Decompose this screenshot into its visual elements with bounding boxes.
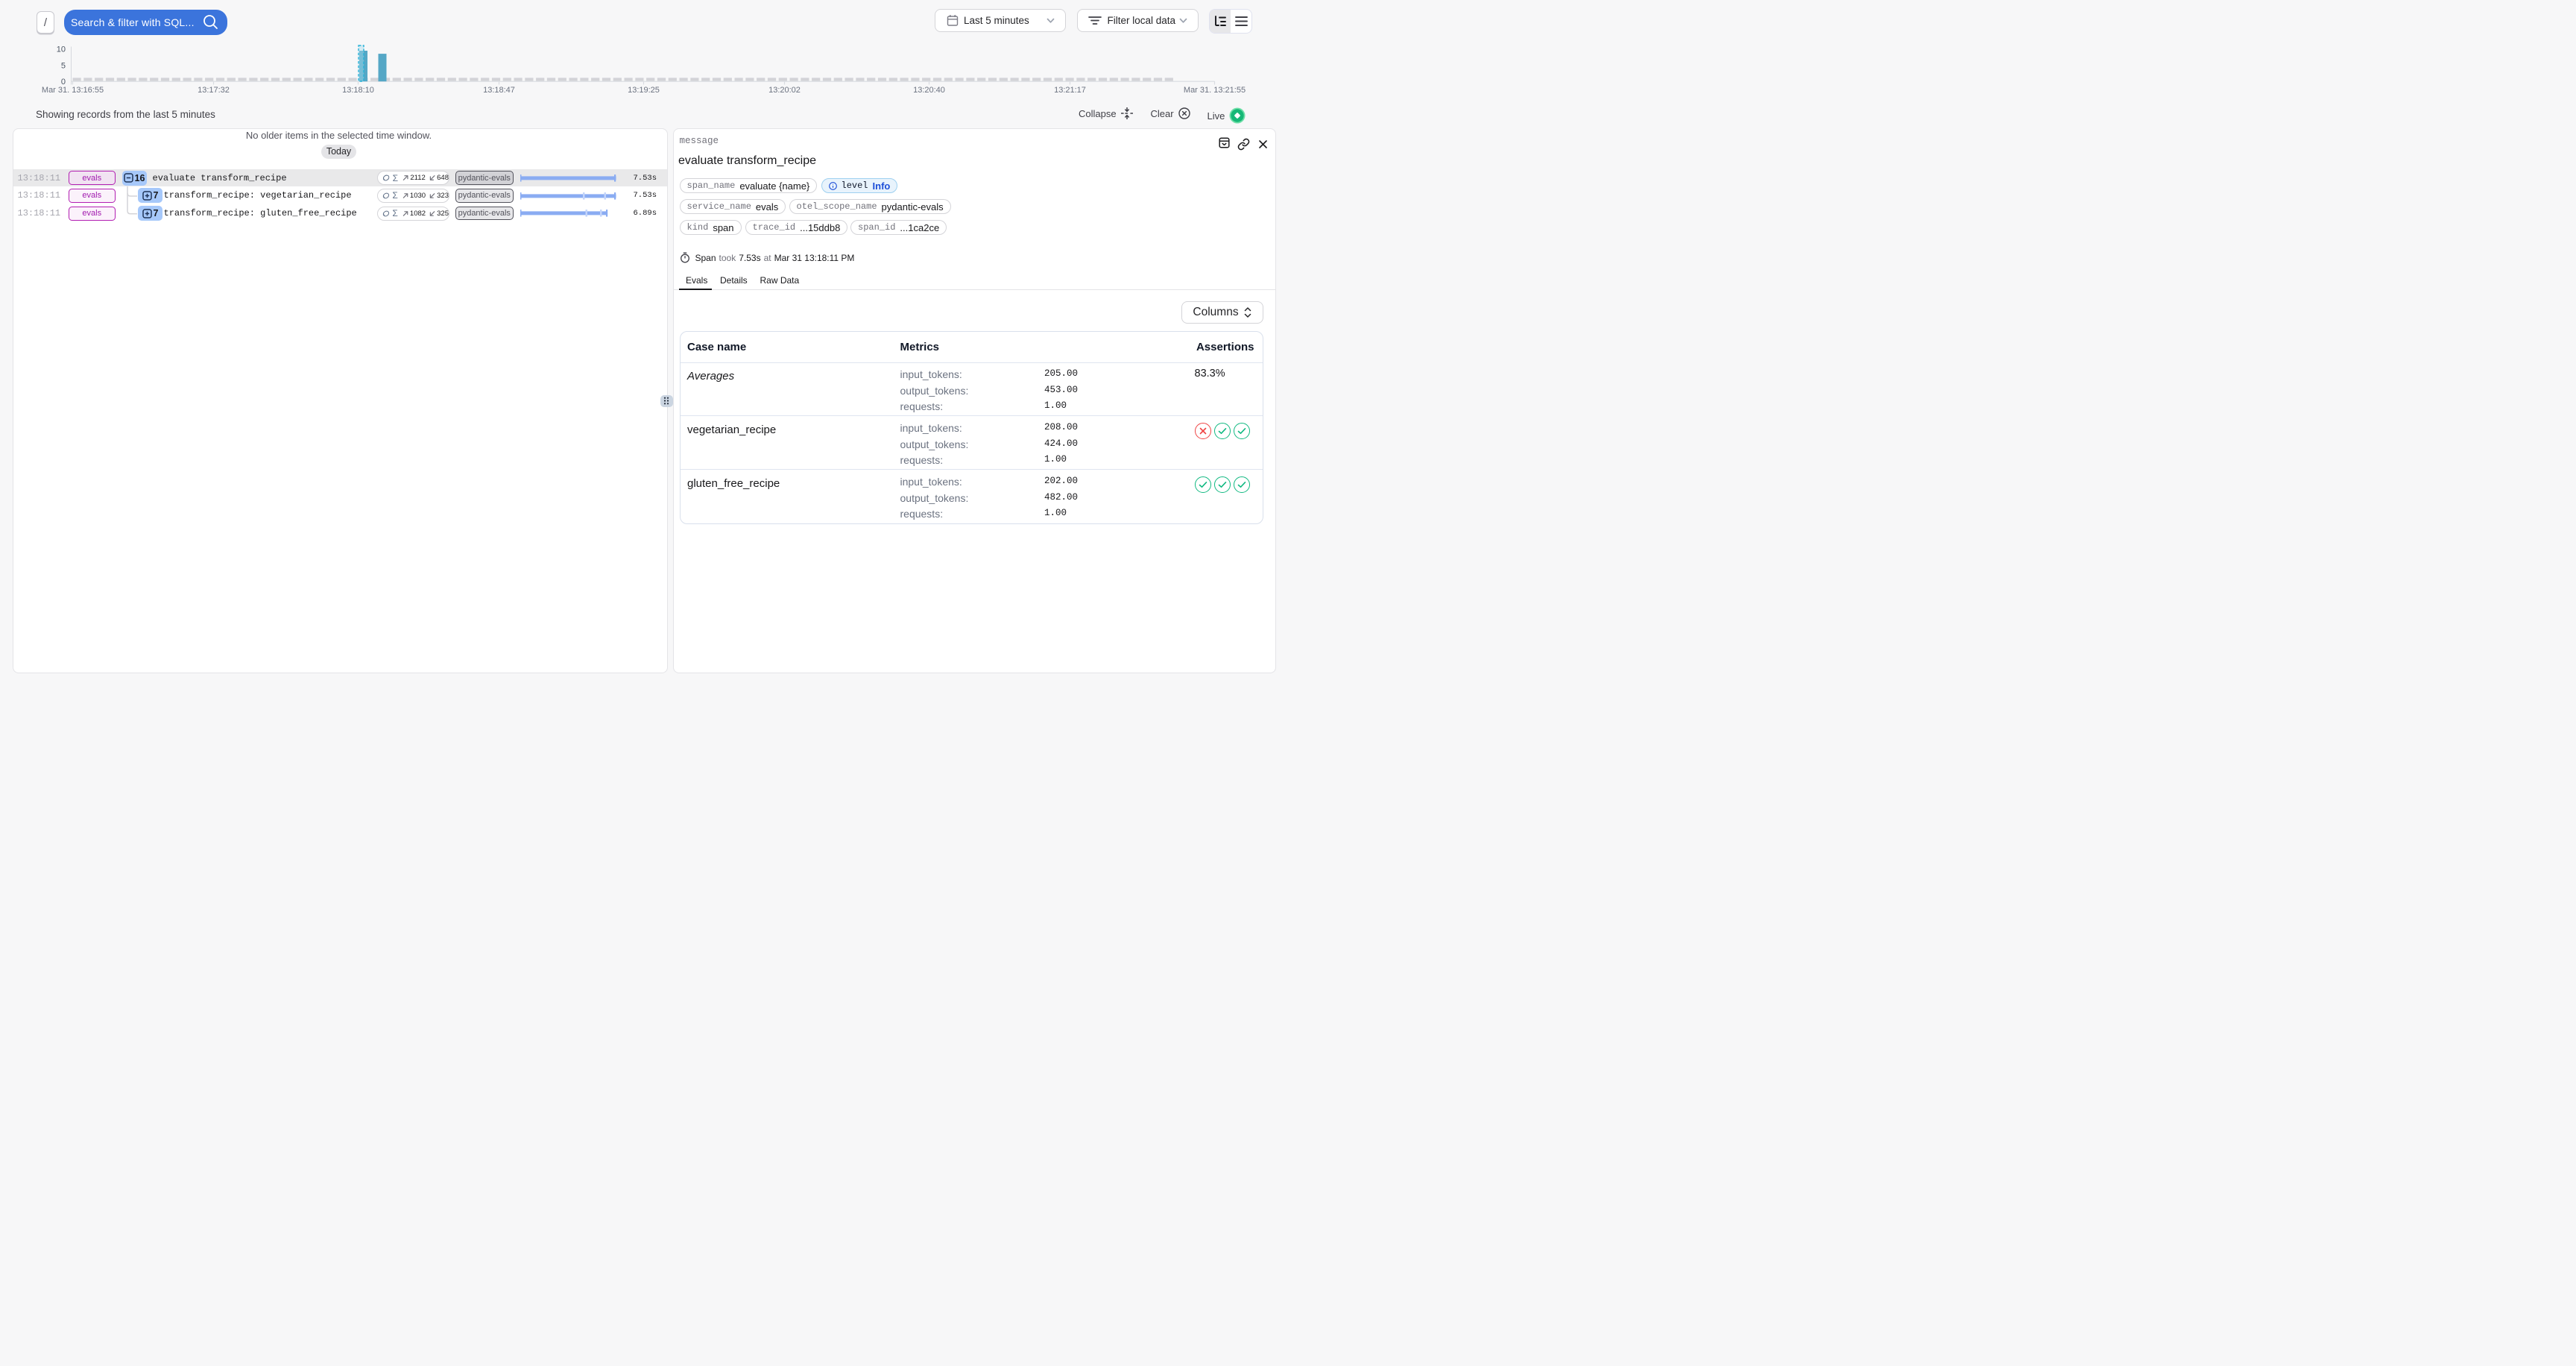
svg-text:13:20:40: 13:20:40 — [913, 86, 945, 95]
svg-text:13:19:25: 13:19:25 — [628, 86, 660, 95]
svg-text:13:17:32: 13:17:32 — [198, 86, 230, 95]
svg-text:Mar 31. 13:21:55: Mar 31. 13:21:55 — [1184, 86, 1246, 95]
svg-text:5: 5 — [61, 62, 66, 71]
svg-text:13:18:47: 13:18:47 — [483, 86, 515, 95]
svg-text:13:18:10: 13:18:10 — [342, 86, 374, 95]
svg-text:13:21:17: 13:21:17 — [1054, 86, 1086, 95]
svg-text:10: 10 — [57, 45, 66, 54]
svg-text:13:20:02: 13:20:02 — [768, 86, 801, 95]
svg-text:Mar 31. 13:16:55: Mar 31. 13:16:55 — [42, 86, 104, 95]
